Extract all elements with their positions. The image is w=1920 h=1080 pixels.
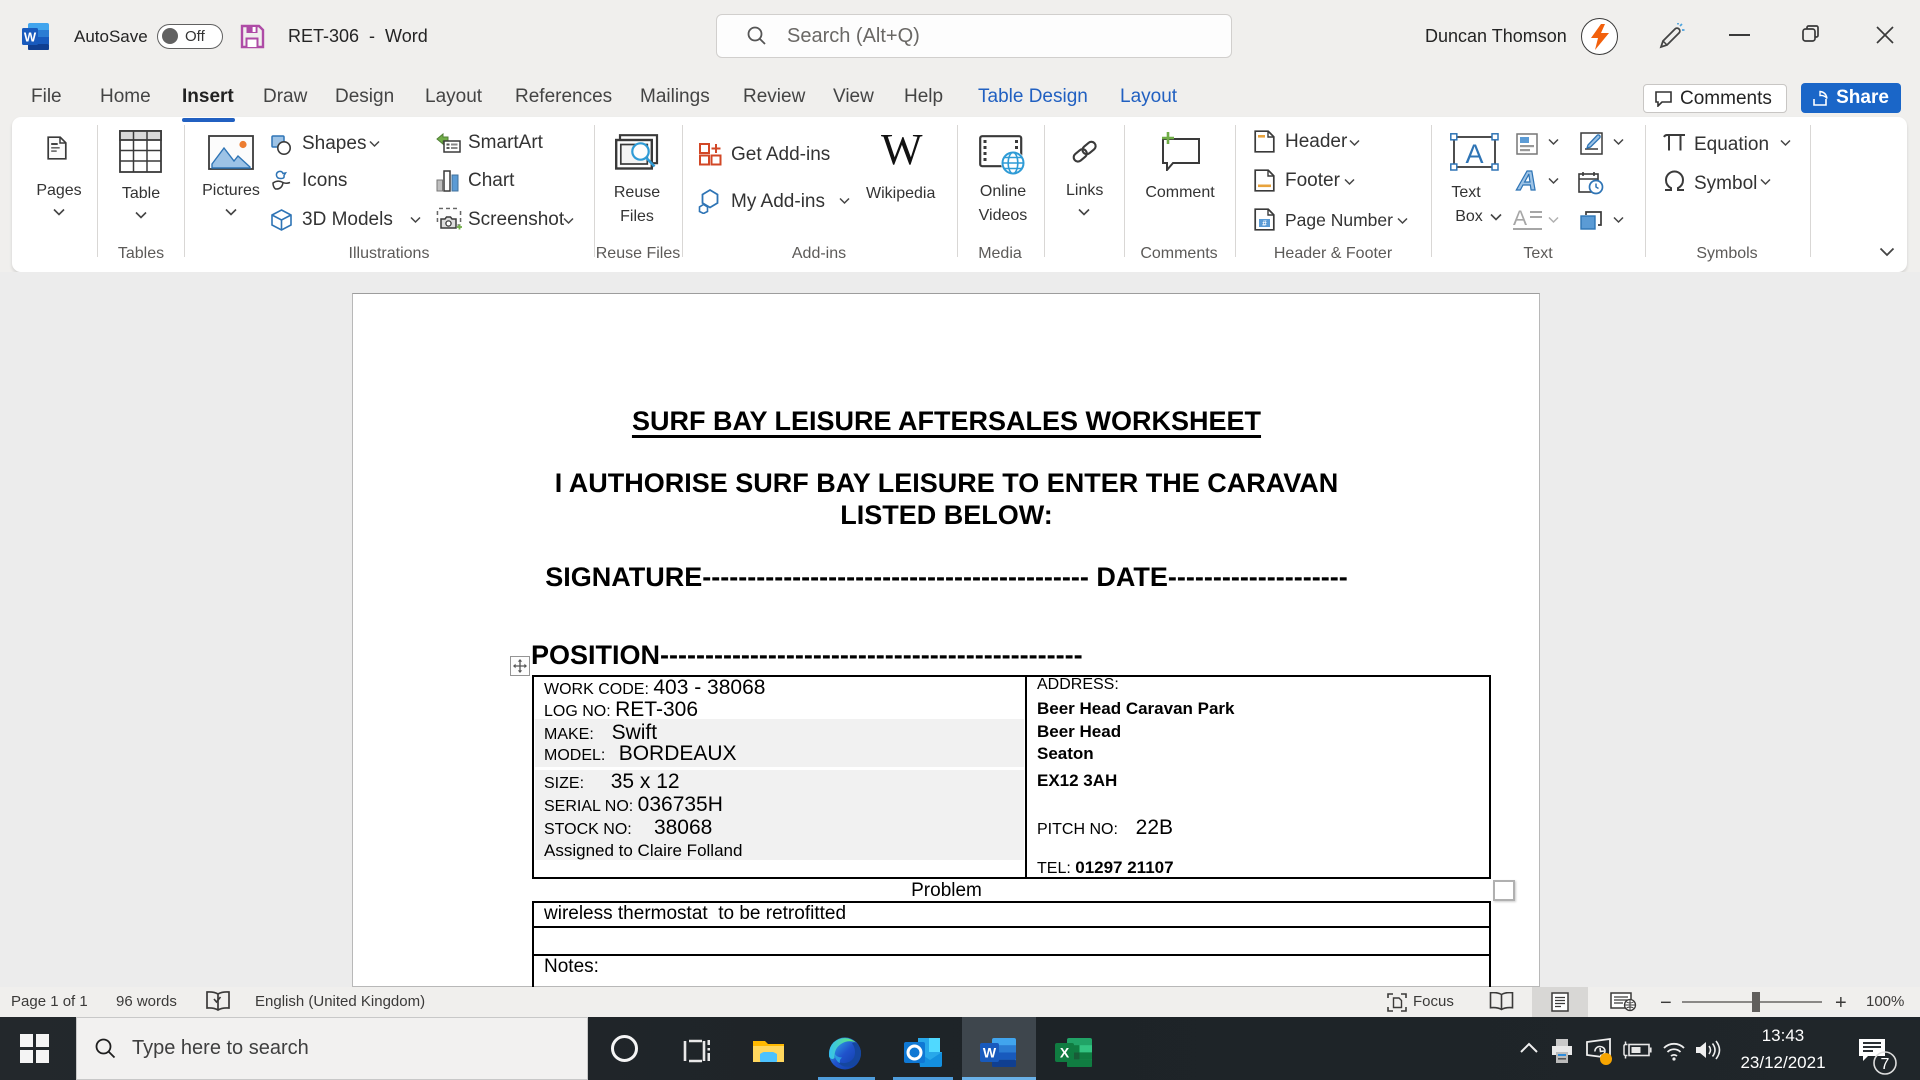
svg-text:A: A xyxy=(1465,139,1483,169)
svg-text:7: 7 xyxy=(1881,1056,1890,1073)
svg-text:#: # xyxy=(1262,219,1267,228)
svg-text:W: W xyxy=(983,1045,997,1061)
svg-text:A: A xyxy=(1516,166,1537,196)
svg-text:X: X xyxy=(1060,1045,1070,1061)
